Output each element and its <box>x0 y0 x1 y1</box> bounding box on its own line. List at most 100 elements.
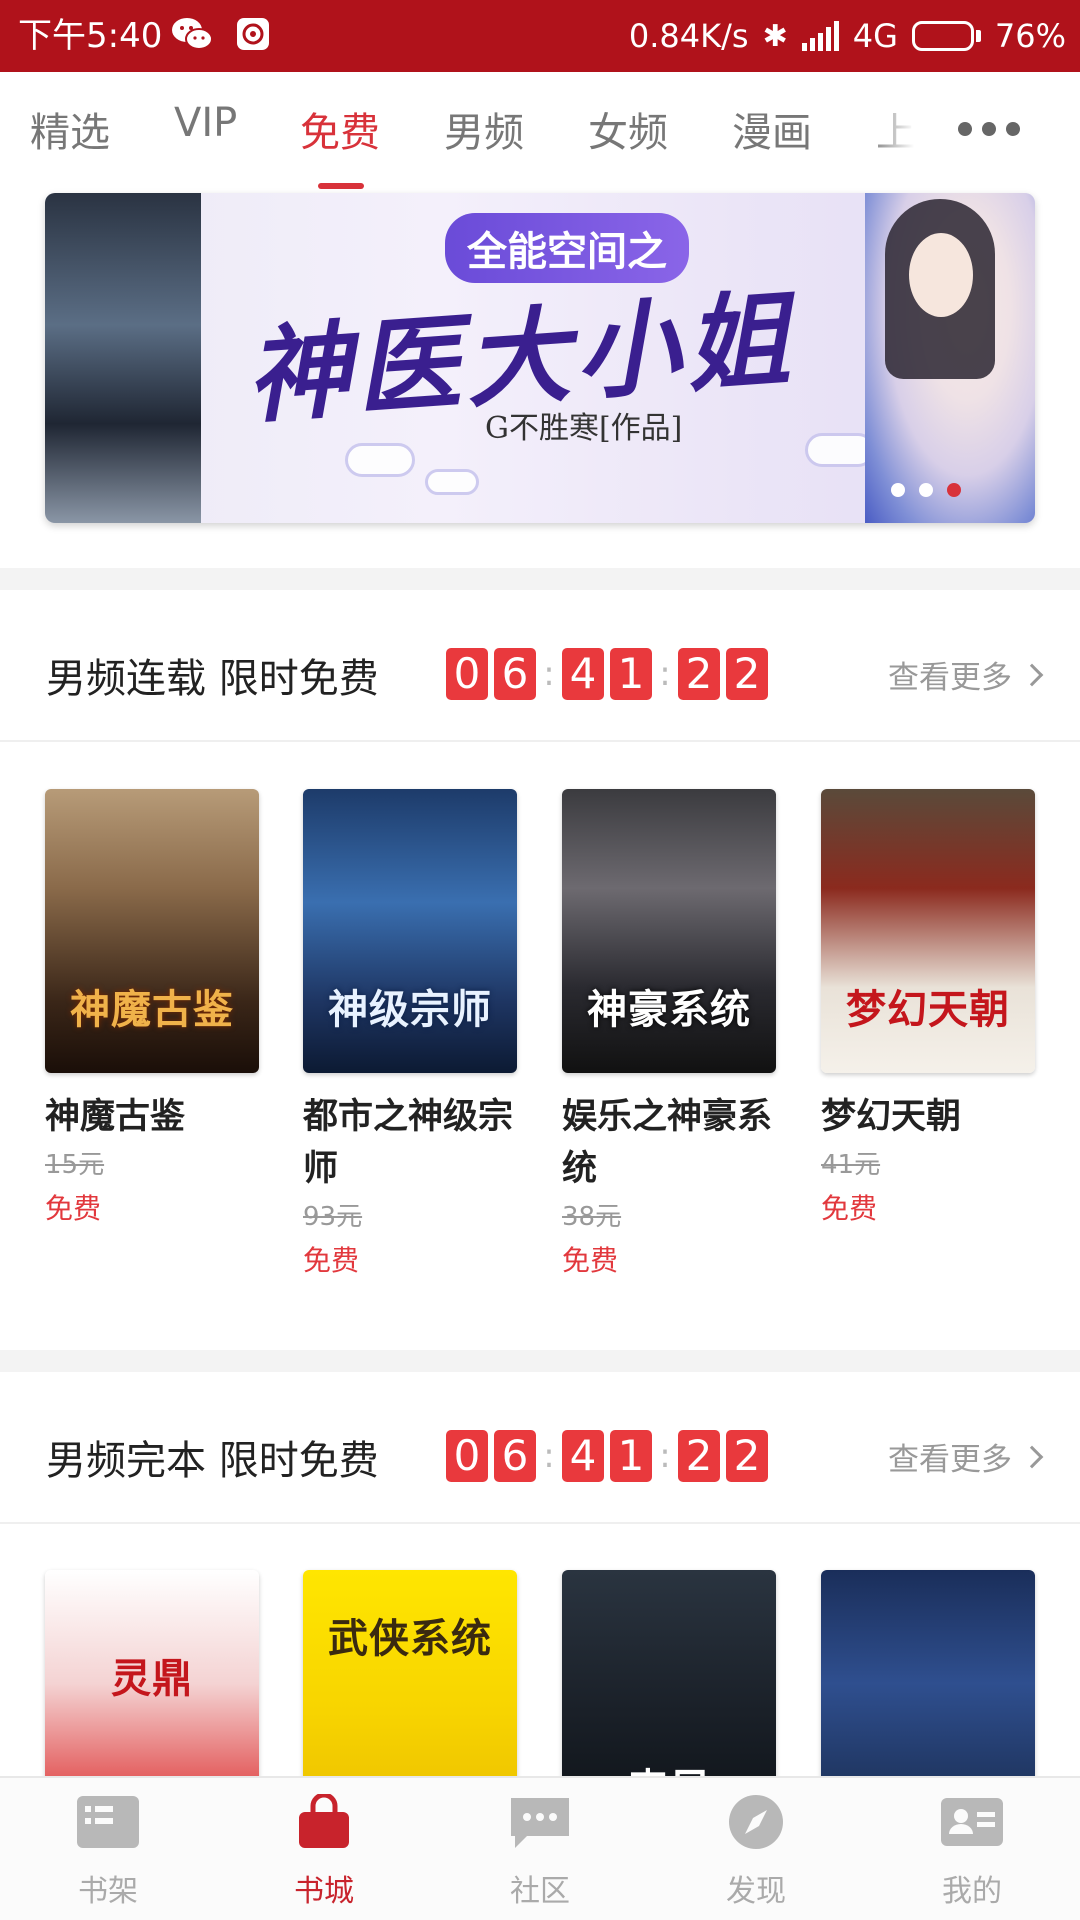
more-icon[interactable] <box>958 122 1020 136</box>
banner-pagination <box>891 483 961 497</box>
timer-colon: : <box>543 1436 555 1476</box>
see-more-link[interactable]: 查看更多 <box>888 1434 1044 1479</box>
nav-label: 书城 <box>294 1874 354 1909</box>
section-divider <box>0 1350 1080 1372</box>
chat-bubble-icon <box>511 1798 569 1848</box>
timer-digit: 4 <box>562 648 604 700</box>
book-title[interactable]: 都市之神级宗师 <box>303 1091 517 1195</box>
countdown-timer: 0 6 : 4 1 : 2 2 <box>446 1430 774 1482</box>
cloud-decoration <box>425 469 479 495</box>
promo-banner[interactable]: 全能空间之 神医大小姐 G不胜寒[作品] <box>45 193 1035 523</box>
cover-title: 梦幻天朝 <box>846 986 1010 1033</box>
id-card-icon <box>941 1798 1003 1846</box>
timer-digit: 6 <box>494 648 536 700</box>
battery-icon <box>911 21 981 51</box>
battery-percent: 76% <box>994 17 1066 55</box>
compass-icon <box>729 1795 783 1849</box>
category-tabs: 精选 VIP 免费 男频 女频 漫画 上 <box>0 72 1080 188</box>
status-app-icons <box>170 14 270 54</box>
timer-digit: 2 <box>678 1430 720 1482</box>
book-cover[interactable]: 神魔古鉴 <box>45 789 259 1073</box>
book-original-price: 15元 <box>45 1150 105 1180</box>
bluetooth-icon: ✱ <box>762 18 788 54</box>
nav-label: 发现 <box>726 1874 786 1909</box>
cover-title: 神级宗师 <box>328 986 492 1033</box>
timer-digit: 1 <box>610 1430 652 1482</box>
cover-title: 灵鼎 <box>111 1655 193 1702</box>
section-title: 男频完本 限时免费 <box>46 1438 379 1484</box>
pagination-dot <box>919 483 933 497</box>
book-card[interactable]: 神级宗师 都市之神级宗师 93元 免费 <box>303 789 517 1285</box>
book-free-label: 免费 <box>45 1192 102 1225</box>
nav-bookshelf[interactable]: 书架 <box>48 1794 168 1910</box>
section-header-completed: 男频完本 限时免费 0 6 : 4 1 : 2 2 查看更多 <box>0 1390 1080 1510</box>
timer-colon: : <box>659 654 671 694</box>
see-more-link[interactable]: 查看更多 <box>888 652 1044 697</box>
banner-author: G不胜寒[作品] <box>485 411 683 446</box>
book-card[interactable]: 神魔古鉴 神魔古鉴 15元 免费 <box>45 789 259 1233</box>
shopping-bag-icon <box>299 1792 349 1848</box>
net-speed: 0.84K/s <box>628 17 749 55</box>
book-original-price: 38元 <box>562 1202 622 1232</box>
section-divider <box>0 568 1080 590</box>
book-cover[interactable]: 神豪系统 <box>562 789 776 1073</box>
timer-colon: : <box>543 654 555 694</box>
book-title[interactable]: 娱乐之神豪系统 <box>562 1091 776 1195</box>
status-time: 下午5:40 <box>18 16 163 56</box>
timer-digit: 0 <box>446 648 488 700</box>
chevron-right-icon <box>1020 1445 1044 1468</box>
timer-digit: 2 <box>678 648 720 700</box>
pagination-dot <box>891 483 905 497</box>
book-cover[interactable]: 神级宗师 <box>303 789 517 1073</box>
active-tab-indicator <box>318 183 364 189</box>
timer-digit: 4 <box>562 1430 604 1482</box>
header-divider <box>0 1522 1080 1524</box>
bottom-nav: 书架 书城 社区 发现 我的 <box>0 1776 1080 1920</box>
book-free-label: 免费 <box>562 1244 619 1277</box>
book-free-label: 免费 <box>821 1192 878 1225</box>
cover-title: 神魔古鉴 <box>70 986 234 1033</box>
bookshelf-icon <box>77 1796 139 1848</box>
book-free-label: 免费 <box>303 1244 360 1277</box>
tab-vip[interactable]: VIP <box>174 100 237 146</box>
section-title: 男频连载 限时免费 <box>46 656 379 702</box>
cover-title: 武侠系统 <box>328 1615 492 1662</box>
status-bar: 下午5:40 0.84K/s ✱ 4G 76% <box>0 0 1080 72</box>
cover-title: 神豪系统 <box>587 986 751 1033</box>
nav-profile[interactable]: 我的 <box>912 1794 1032 1910</box>
cloud-decoration <box>345 443 415 477</box>
see-more-label: 查看更多 <box>888 1442 1012 1478</box>
tab-female[interactable]: 女频 <box>588 100 668 158</box>
book-title[interactable]: 神魔古鉴 <box>45 1091 259 1143</box>
chevron-right-icon <box>1020 663 1044 686</box>
timer-digit: 1 <box>610 648 652 700</box>
nav-community[interactable]: 社区 <box>480 1794 600 1910</box>
network-type: 4G <box>852 17 898 55</box>
book-card[interactable]: 梦幻天朝 梦幻天朝 41元 免费 <box>821 789 1035 1233</box>
book-cover[interactable]: 梦幻天朝 <box>821 789 1035 1073</box>
tab-featured[interactable]: 精选 <box>30 100 110 158</box>
timer-digit: 6 <box>494 1430 536 1482</box>
banner-character-art <box>865 193 1035 523</box>
timer-digit: 2 <box>726 648 768 700</box>
timer-colon: : <box>659 1436 671 1476</box>
status-right: 0.84K/s ✱ 4G 76% <box>629 0 1066 72</box>
wechat-icon <box>172 18 213 50</box>
see-more-label: 查看更多 <box>888 660 1012 696</box>
nav-label: 书架 <box>78 1874 138 1909</box>
nav-label: 社区 <box>510 1874 570 1909</box>
tab-free[interactable]: 免费 <box>300 100 380 158</box>
nav-discover[interactable]: 发现 <box>696 1794 816 1910</box>
nav-bookstore[interactable]: 书城 <box>264 1792 384 1910</box>
tab-comics[interactable]: 漫画 <box>732 100 812 158</box>
timer-digit: 2 <box>726 1430 768 1482</box>
section-header-serial: 男频连载 限时免费 0 6 : 4 1 : 2 2 查看更多 <box>0 608 1080 728</box>
book-original-price: 41元 <box>821 1150 881 1180</box>
tab-male[interactable]: 男频 <box>444 100 524 158</box>
timer-digit: 0 <box>446 1430 488 1482</box>
book-title[interactable]: 梦幻天朝 <box>821 1091 1035 1143</box>
header-divider <box>0 740 1080 742</box>
pagination-dot-active <box>947 483 961 497</box>
countdown-timer: 0 6 : 4 1 : 2 2 <box>446 648 774 700</box>
book-card[interactable]: 神豪系统 娱乐之神豪系统 38元 免费 <box>562 789 776 1285</box>
